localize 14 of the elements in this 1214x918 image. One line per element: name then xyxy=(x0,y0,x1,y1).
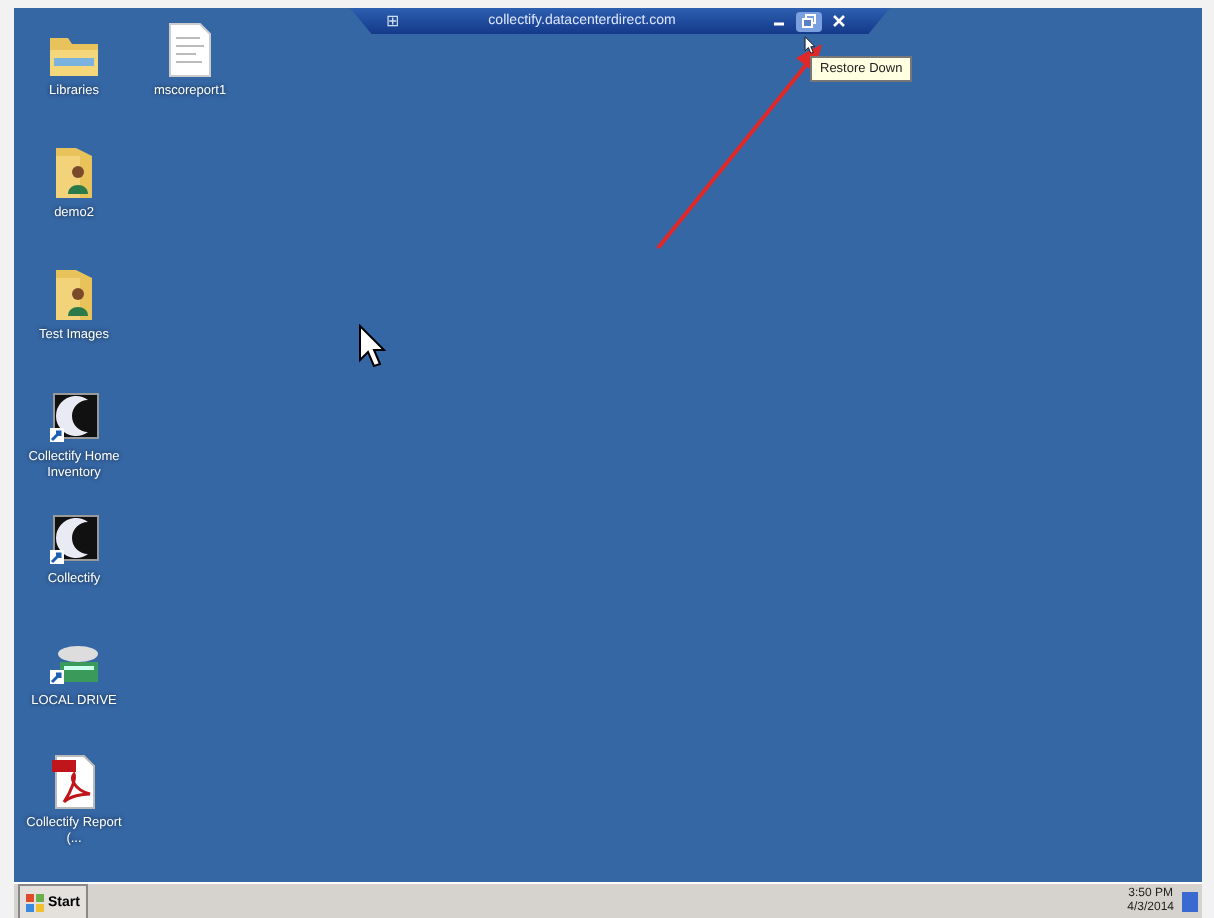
pin-button[interactable]: ⊞ xyxy=(386,12,400,30)
close-icon xyxy=(832,14,846,28)
folder-person-icon xyxy=(52,266,96,322)
mouse-pointer-icon xyxy=(358,324,386,368)
mouse-pointer-icon xyxy=(804,36,816,54)
document-icon xyxy=(168,22,212,78)
restore-icon xyxy=(802,14,816,28)
folder-person-icon xyxy=(52,144,96,200)
windows-logo-icon xyxy=(26,893,44,911)
app-shortcut-icon xyxy=(48,514,100,566)
drive-icon xyxy=(48,644,100,688)
app-shortcut-icon xyxy=(48,392,100,444)
restore-button[interactable] xyxy=(796,11,822,31)
pdf-file-icon xyxy=(52,754,96,810)
